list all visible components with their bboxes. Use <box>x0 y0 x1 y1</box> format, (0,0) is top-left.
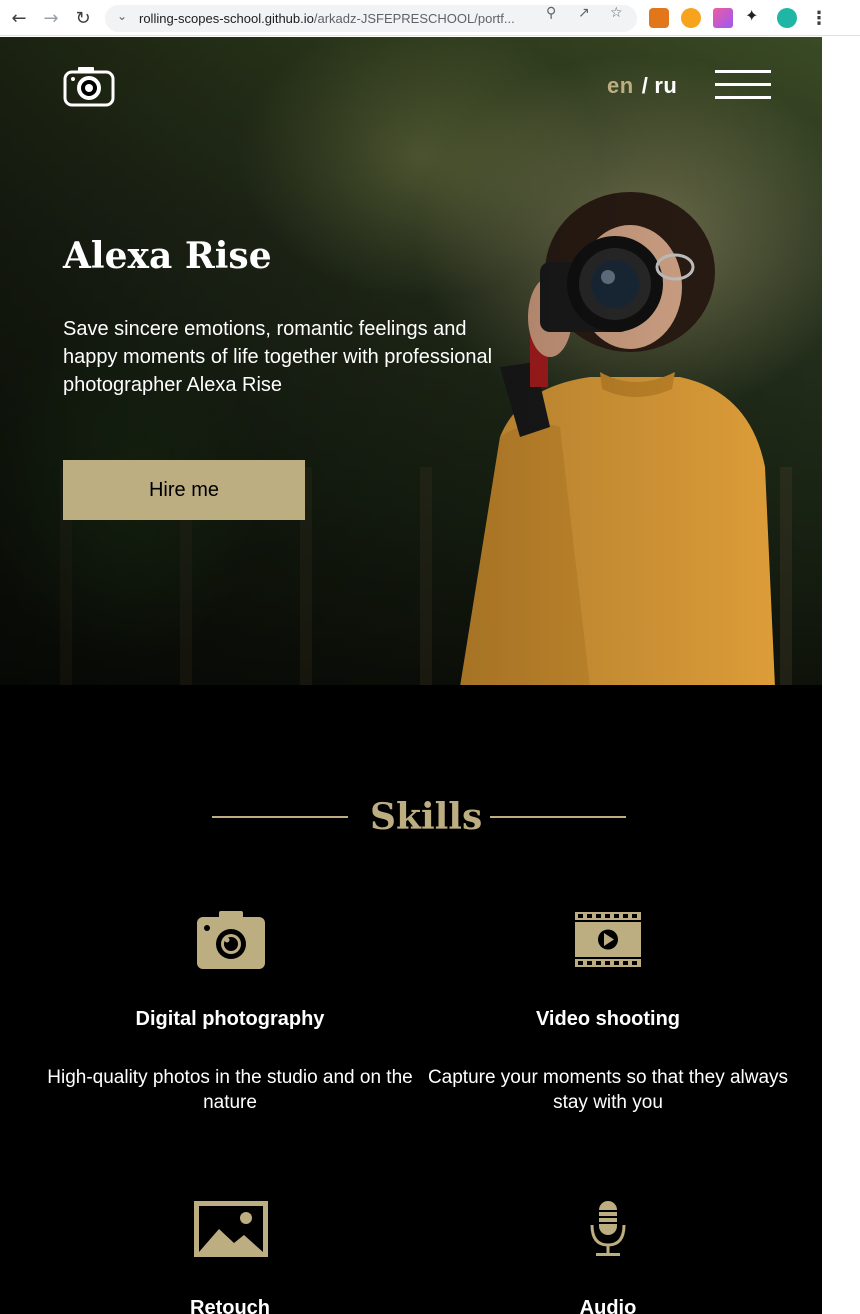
camera-icon <box>197 911 265 969</box>
video-icon <box>575 912 641 967</box>
lang-separator: / <box>641 73 649 98</box>
address-url[interactable]: rolling-scopes-school.github.io/arkadz-J… <box>139 11 539 26</box>
camera-logo-icon[interactable] <box>63 65 115 107</box>
browser-menu-icon[interactable]: ⋮ <box>808 7 830 29</box>
skill-title: Digital photography <box>135 1008 325 1030</box>
coin-extension-icon[interactable] <box>681 8 701 28</box>
browser-toolbar: ← → ↻ ⌄ rolling-scopes-school.github.io/… <box>0 0 860 36</box>
skill-title: Retouch <box>190 1297 270 1314</box>
url-host: rolling-scopes-school.github.io <box>139 11 314 26</box>
extensions-puzzle-icon[interactable]: ✦ <box>745 6 765 26</box>
skill-description: Capture your moments so that they always… <box>427 1067 789 1113</box>
skill-card-audio: Audio <box>418 1195 798 1314</box>
zoom-icon[interactable]: ⚲ <box>546 5 556 21</box>
language-switcher: en / ru <box>607 73 677 99</box>
page-margin <box>822 37 860 1314</box>
skill-description: High-quality photos in the studio and on… <box>47 1067 413 1113</box>
bookmark-star-icon[interactable]: ☆ <box>610 5 623 21</box>
site-info-icon[interactable]: ⌄ <box>117 9 127 23</box>
microphone-icon <box>590 1201 626 1256</box>
hero-title: Alexa Rise <box>63 235 272 277</box>
image-icon <box>194 1201 268 1257</box>
lang-ru-link[interactable]: ru <box>654 73 677 98</box>
hamburger-menu-icon[interactable] <box>715 70 771 102</box>
hero-section: en / ru Alexa Rise Save sincere emotions, … <box>0 37 822 685</box>
back-icon[interactable]: ← <box>8 7 30 29</box>
skill-card-retouch: Retouch <box>40 1195 420 1314</box>
title-line-right <box>490 816 626 818</box>
hero-description: Save sincere emotions, romantic feelings… <box>63 318 493 396</box>
address-bar[interactable]: ⌄ rolling-scopes-school.github.io/arkadz… <box>105 5 637 32</box>
page-viewport: en / ru Alexa Rise Save sincere emotions, … <box>0 37 822 1314</box>
skill-card-video-shooting: Video shooting Capture your moments so t… <box>418 905 798 1125</box>
title-line-left <box>212 816 348 818</box>
color-extension-icon[interactable] <box>713 8 733 28</box>
skills-section-title: Skills <box>370 796 483 838</box>
hire-me-button[interactable]: Hire me <box>63 460 305 520</box>
share-icon[interactable]: ↗ <box>578 5 590 21</box>
skill-title: Audio <box>579 1297 637 1314</box>
forward-icon[interactable]: → <box>40 7 62 29</box>
skill-title: Video shooting <box>535 1008 681 1030</box>
lang-en-link[interactable]: en <box>607 73 634 98</box>
metamask-extension-icon[interactable] <box>649 8 669 28</box>
skills-header: Skills <box>0 791 822 841</box>
url-path: /arkadz-JSFEPRESCHOOL/portf... <box>313 11 515 26</box>
profile-avatar-icon[interactable] <box>777 8 797 28</box>
skill-card-digital-photography: Digital photography High-quality photos … <box>40 905 420 1125</box>
reload-icon[interactable]: ↻ <box>72 7 94 29</box>
